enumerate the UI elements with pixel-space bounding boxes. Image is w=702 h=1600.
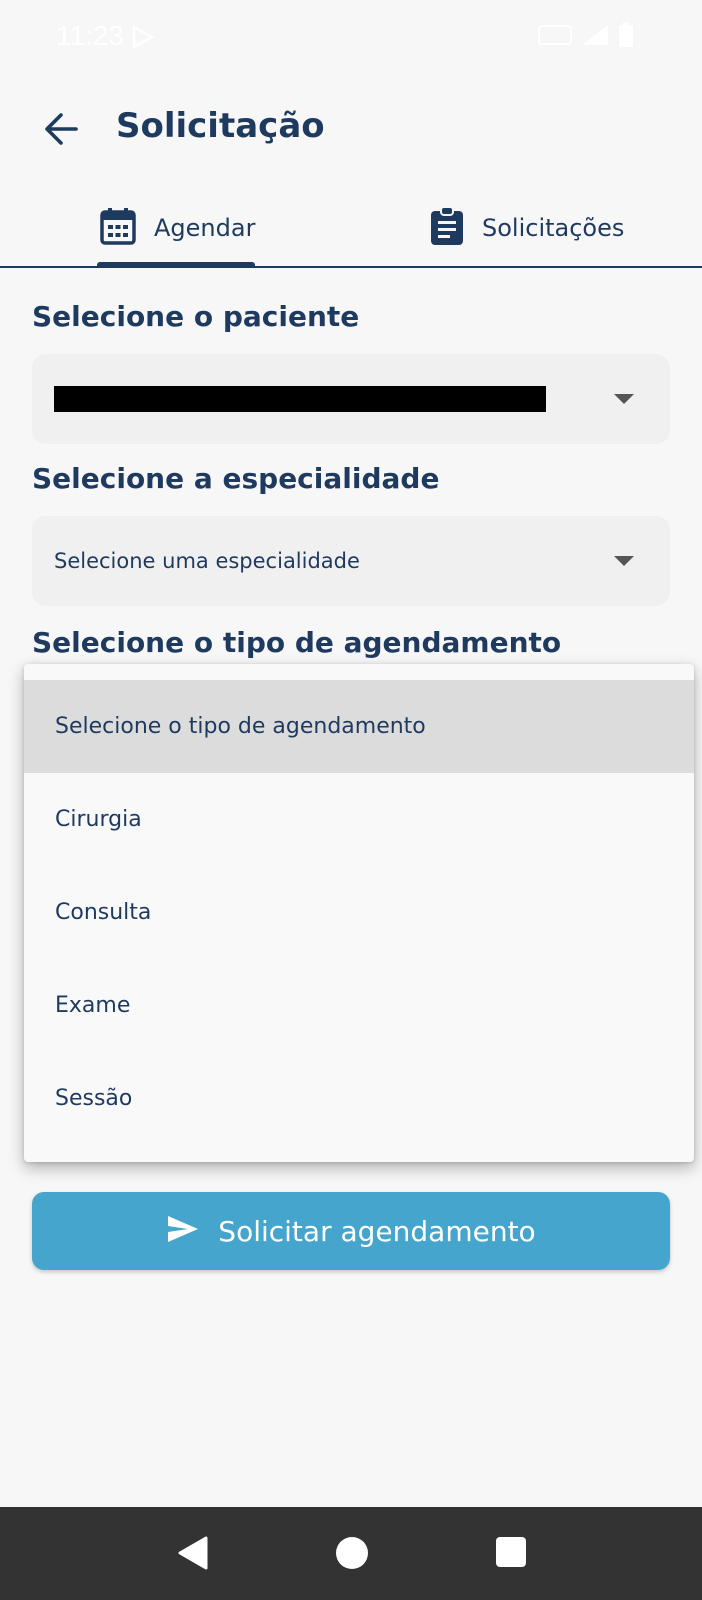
tab-agendar-label: Agendar — [154, 214, 256, 242]
triangle-back-icon — [176, 1536, 210, 1575]
signal-icon — [580, 23, 610, 47]
dropdown-option-exame[interactable]: Exame — [24, 959, 694, 1052]
send-icon — [166, 1214, 200, 1248]
nav-back-button[interactable] — [176, 1535, 210, 1575]
clipboard-icon — [430, 206, 464, 250]
patient-select[interactable] — [32, 354, 670, 444]
specialty-placeholder: Selecione uma especialidade — [54, 549, 360, 573]
dropdown-option-cirurgia[interactable]: Cirurgia — [24, 773, 694, 866]
battery-icon — [618, 22, 634, 48]
dropdown-option-sessao[interactable]: Sessão — [24, 1052, 694, 1145]
page-title: Solicitação — [116, 106, 325, 146]
tab-agendar[interactable]: Agendar — [100, 198, 255, 258]
dropdown-option-consulta[interactable]: Consulta — [24, 866, 694, 959]
tab-solicitacoes[interactable]: Solicitações — [430, 198, 624, 258]
app-bar: Solicitação — [0, 88, 702, 168]
status-icons — [538, 22, 634, 48]
type-dropdown-menu: Selecione o tipo de agendamento Cirurgia… — [24, 664, 694, 1162]
redacted-patient-name — [54, 386, 546, 412]
caret-down-icon — [614, 394, 634, 404]
nav-recents-button[interactable] — [494, 1535, 528, 1573]
square-recents-icon — [494, 1537, 528, 1573]
system-nav-bar — [0, 1507, 702, 1600]
screen: 11:23 Solicitação Agendar Solicitações S… — [0, 0, 702, 1600]
tab-bar: Agendar Solicitações — [0, 188, 702, 268]
specialty-select[interactable]: Selecione uma especialidade — [32, 516, 670, 606]
dropdown-option-placeholder[interactable]: Selecione o tipo de agendamento — [24, 680, 694, 773]
status-bar: 11:23 — [0, 0, 702, 72]
arrow-left-icon — [36, 113, 86, 158]
status-time: 11:23 — [56, 20, 124, 51]
patient-label: Selecione o paciente — [32, 300, 360, 333]
calendar-icon — [100, 207, 136, 249]
nav-home-button[interactable] — [334, 1535, 370, 1575]
caret-down-icon — [614, 556, 634, 566]
circle-home-icon — [334, 1537, 370, 1575]
specialty-label: Selecione a especialidade — [32, 462, 440, 495]
type-label: Selecione o tipo de agendamento — [32, 626, 562, 659]
active-tab-indicator — [97, 262, 255, 268]
submit-label: Solicitar agendamento — [218, 1214, 536, 1248]
submit-request-button[interactable]: Solicitar agendamento — [32, 1192, 670, 1270]
back-button[interactable] — [36, 104, 86, 154]
tab-solicitacoes-label: Solicitações — [482, 214, 625, 242]
play-store-icon — [130, 24, 156, 50]
volte-icon — [538, 24, 572, 46]
